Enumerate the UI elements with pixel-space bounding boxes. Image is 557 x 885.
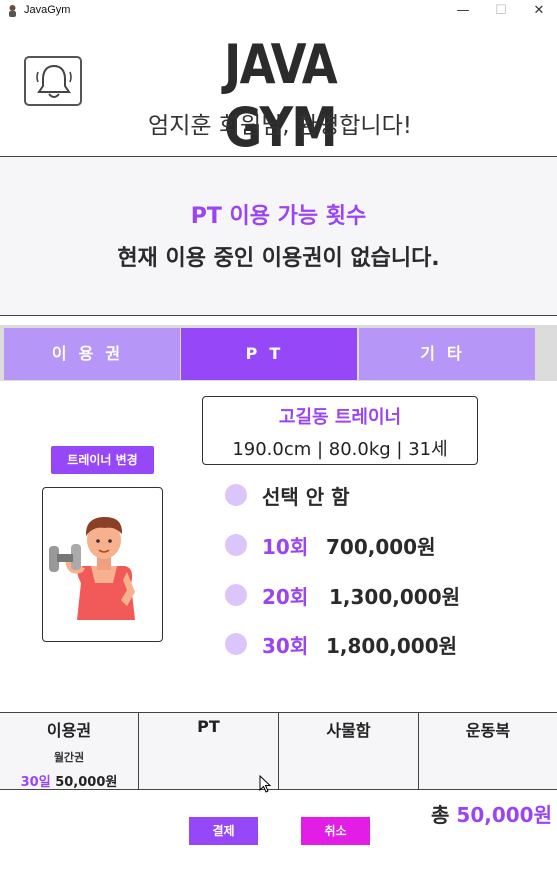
order-summary: 이용권 월간권 30일 50,000원 PT 사물함 운동복 [0, 712, 557, 790]
summary-head: 이용권 [46, 721, 92, 740]
membership-price-line: 30일 50,000원 [0, 771, 138, 790]
pt-remaining-title: PT 이용 가능 횟수 [190, 204, 367, 229]
option-label: 선택 안 함 [262, 485, 350, 509]
membership-type: 월간권 [53, 751, 85, 764]
option-count: 10회 [262, 535, 309, 559]
mouse-cursor-icon [259, 775, 271, 793]
summary-head: PT [197, 717, 220, 736]
total-price: 총 50,000원 [420, 799, 552, 828]
trainer-info-card: 고길동 트레이너 190.0cm | 80.0kg | 31세 [202, 396, 478, 465]
brand-title: JAVA GYM [224, 33, 338, 159]
radio-button[interactable] [225, 633, 247, 655]
total-amount: 50,000원 [456, 803, 552, 827]
notification-button[interactable] [24, 56, 82, 106]
summary-head: 운동복 [465, 721, 511, 740]
tab-etc[interactable]: 기타 [359, 328, 535, 380]
trainer-photo [42, 487, 163, 642]
option-count: 30회 [262, 634, 309, 658]
option-price: 1,300,000원 [329, 585, 461, 609]
minimize-button[interactable]: — [445, 0, 481, 22]
trainer-stats: 190.0cm | 80.0kg | 31세 [232, 439, 448, 460]
pay-button[interactable]: 결제 [189, 817, 258, 845]
app-icon [9, 5, 16, 17]
trainer-name: 고길동 트레이너 [278, 407, 402, 428]
option-price: 1,800,000원 [326, 634, 458, 658]
trainer-illustration [43, 508, 162, 620]
divider [0, 315, 557, 316]
cancel-button[interactable]: 취소 [301, 817, 370, 845]
welcome-message: 엄지훈 회원님, 환영합니다! [148, 113, 412, 139]
membership-days: 30일 [20, 775, 51, 790]
summary-locker: 사물함 [279, 713, 419, 789]
summary-clothes: 운동복 [419, 713, 557, 789]
membership-price: 50,000원 [55, 775, 118, 790]
radio-button[interactable] [225, 484, 247, 506]
radio-button[interactable] [225, 534, 247, 556]
bell-icon [36, 64, 72, 98]
total-label: 총 [431, 803, 450, 827]
radio-button[interactable] [225, 584, 247, 606]
summary-pt: PT [139, 713, 279, 789]
summary-membership: 이용권 월간권 30일 50,000원 [0, 713, 139, 790]
option-count: 20회 [262, 585, 309, 609]
title-bar: JavaGym — ☐ ✕ [0, 0, 557, 22]
tab-pt[interactable]: PT [181, 328, 357, 380]
window-title: JavaGym [24, 4, 71, 16]
tab-membership[interactable]: 이용권 [4, 328, 180, 380]
pt-remaining-status: 현재 이용 중인 이용권이 없습니다. [117, 246, 440, 271]
change-trainer-button[interactable]: 트레이너 변경 [51, 446, 154, 474]
option-price: 700,000원 [326, 535, 436, 559]
pt-status-panel [0, 157, 557, 315]
summary-head: 사물함 [326, 721, 371, 740]
close-button[interactable]: ✕ [521, 0, 557, 22]
maximize-button[interactable]: ☐ [483, 0, 519, 22]
